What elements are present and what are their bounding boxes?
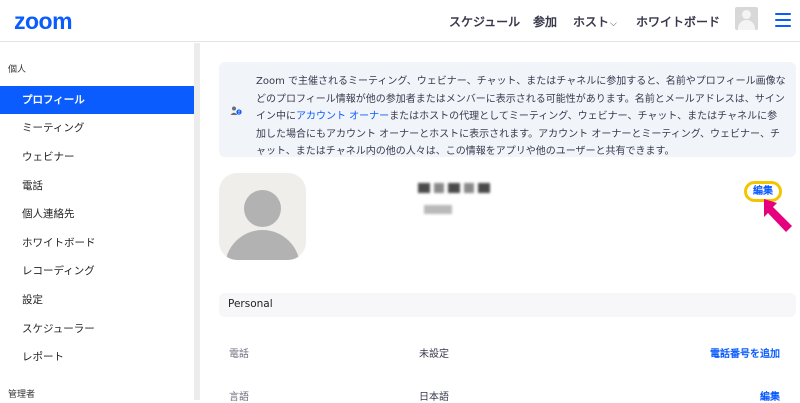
sidebar-item-phone[interactable]: 電話 [0, 172, 194, 200]
avatar-body-shape [225, 230, 300, 260]
avatar-head-shape [742, 10, 751, 19]
user-avatar-button[interactable] [735, 7, 758, 30]
notice-text: Zoom で主催されるミーティング、ウェビナー、チャット、またはチャネルに参加す… [256, 73, 786, 161]
account-owner-link[interactable]: アカウント オーナー [296, 111, 389, 122]
nav-host-dropdown[interactable]: ホスト⌵ [573, 13, 617, 30]
sidebar-item-webinars[interactable]: ウェビナー [0, 143, 194, 171]
sidebar-item-reports[interactable]: レポート [0, 343, 194, 371]
sidebar-item-recordings[interactable]: レコーディング [0, 257, 194, 285]
sidebar-item-whiteboard[interactable]: ホワイトボード [0, 229, 194, 257]
sidebar: 個人 プロフィール ミーティング ウェビナー 電話 個人連絡先 ホワイトボード … [0, 43, 200, 400]
zoom-logo[interactable]: zoom [14, 8, 73, 35]
personal-section-header: Personal [219, 293, 796, 317]
hamburger-menu-icon[interactable] [775, 13, 791, 27]
nav-schedule[interactable]: スケジュール [449, 13, 520, 30]
phone-value: 未設定 [419, 349, 449, 360]
sidebar-section-admin: 管理者 [8, 390, 36, 400]
nav-join[interactable]: 参加 [533, 13, 557, 30]
top-header: zoom スケジュール 参加 ホスト⌵ ホワイトボード [0, 0, 800, 42]
nav-host-label: ホスト [573, 15, 610, 29]
sidebar-item-scheduler[interactable]: スケジューラー [0, 315, 194, 343]
avatar-head-shape [244, 190, 281, 227]
avatar-body-shape [738, 20, 755, 30]
sidebar-item-meetings[interactable]: ミーティング [0, 114, 194, 142]
privacy-notice: Zoom で主催されるミーティング、ウェビナー、チャット、またはチャネルに参加す… [219, 62, 796, 157]
sidebar-item-profile[interactable]: プロフィール [0, 86, 194, 114]
phone-label: 電話 [229, 349, 249, 360]
add-phone-button[interactable]: 電話番号を追加 [710, 345, 780, 360]
language-value: 日本語 [419, 392, 449, 403]
edit-language-button[interactable]: 編集 [760, 388, 780, 403]
nav-whiteboard[interactable]: ホワイトボード [636, 13, 720, 30]
profile-subtext-redacted [424, 205, 452, 214]
sidebar-section-personal: 個人 [8, 65, 27, 75]
personal-section-title: Personal [228, 298, 273, 310]
people-info-icon [230, 105, 242, 120]
arrow-pointer-icon [764, 199, 792, 232]
sidebar-item-settings[interactable]: 設定 [0, 286, 194, 314]
sidebar-item-contacts[interactable]: 個人連絡先 [0, 200, 194, 228]
language-label: 言語 [229, 392, 249, 403]
profile-name-redacted [418, 183, 490, 193]
profile-picture[interactable] [219, 173, 306, 260]
chevron-down-icon: ⌵ [610, 19, 617, 29]
